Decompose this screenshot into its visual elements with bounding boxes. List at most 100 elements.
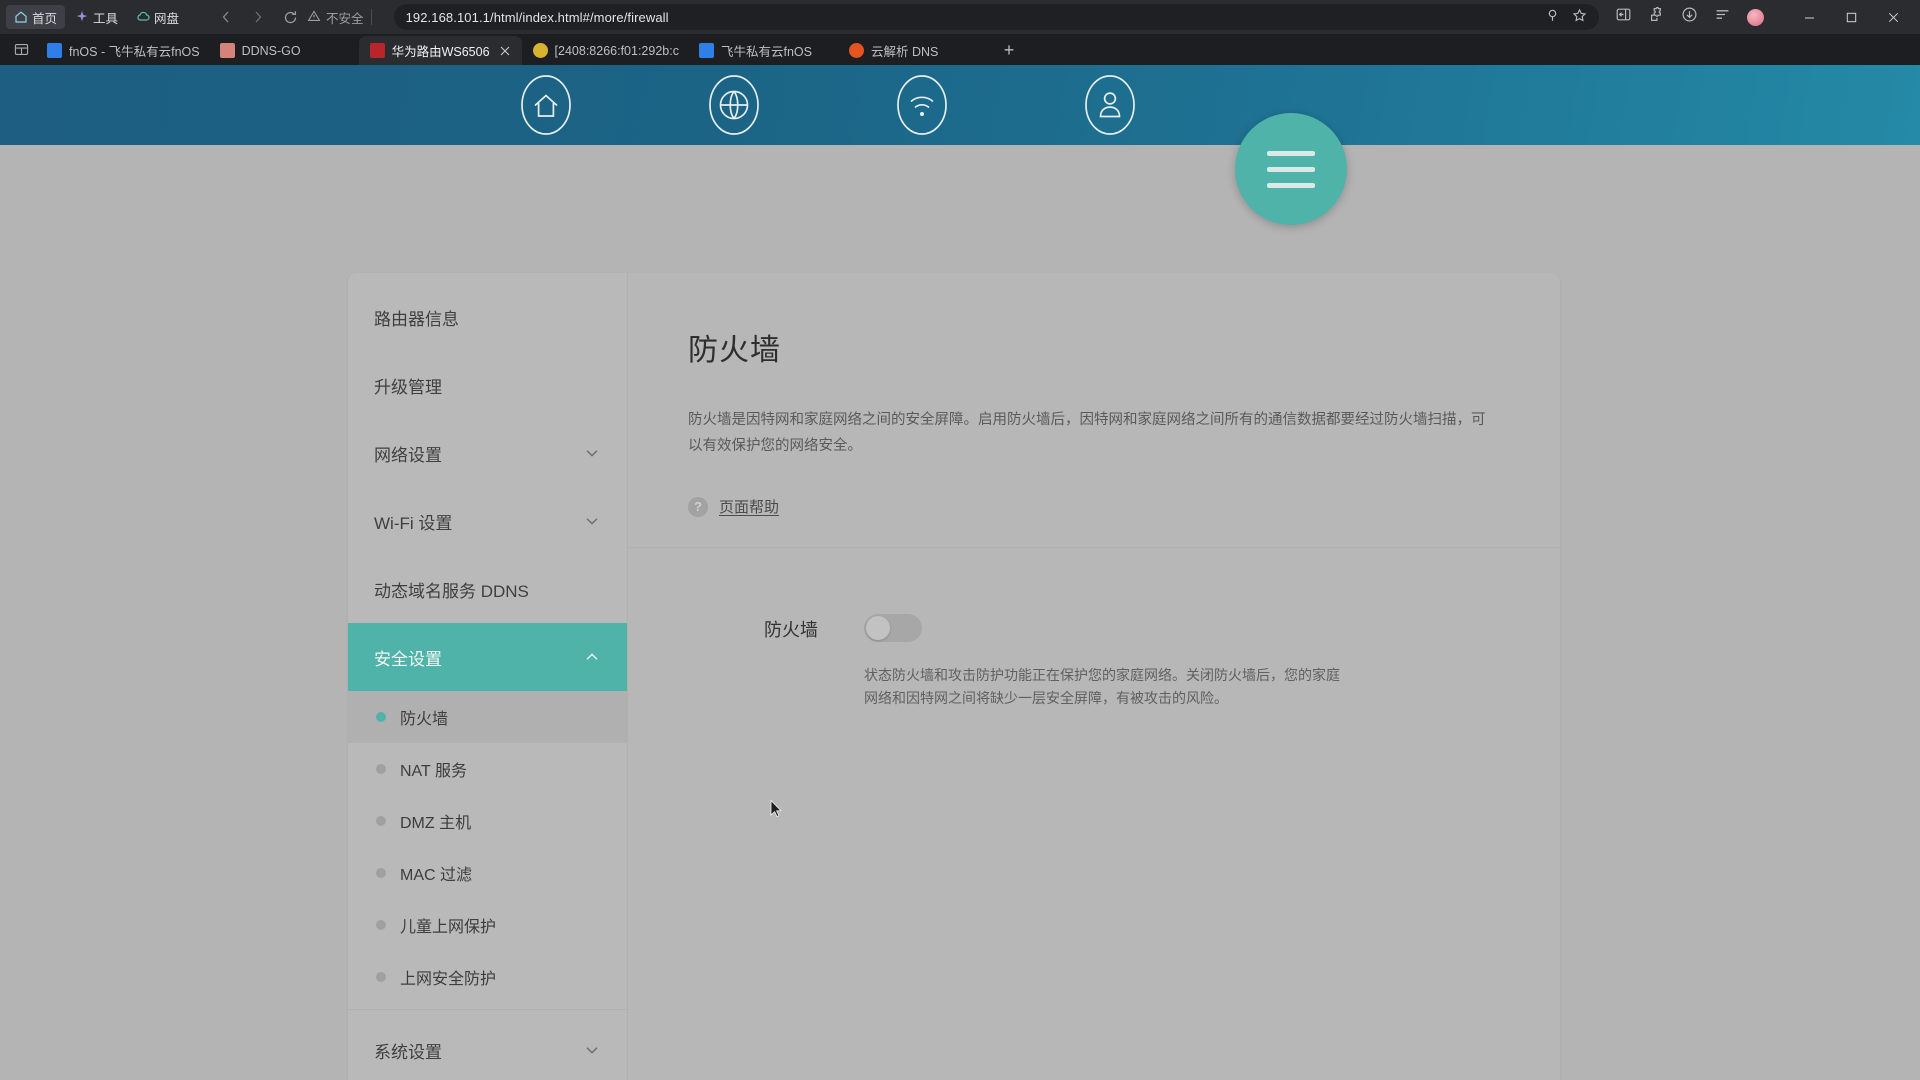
tab-title: fnOS - 飞牛私有云fnOS bbox=[69, 45, 200, 59]
sidebar-subitem-child-protection[interactable]: 儿童上网保护 bbox=[348, 899, 627, 951]
globe-internet-icon[interactable] bbox=[708, 74, 760, 136]
back-icon[interactable] bbox=[211, 3, 241, 31]
downloads-icon[interactable] bbox=[1681, 6, 1698, 28]
router-page: 路由器信息 升级管理 网络设置 Wi-Fi 设置 动态域名服务 DDNS 安全设… bbox=[0, 65, 1920, 1080]
mouse-cursor bbox=[770, 800, 782, 818]
sidebar-item-label: 网络设置 bbox=[374, 445, 442, 465]
security-status[interactable]: 不安全 bbox=[307, 8, 390, 27]
router-header bbox=[0, 65, 1920, 225]
address-bar[interactable]: 192.168.101.1/html/index.html#/more/fire… bbox=[393, 4, 1599, 30]
tab-title: 云解析 DNS bbox=[870, 45, 939, 59]
extensions-puzzle-icon[interactable] bbox=[1648, 6, 1665, 28]
tab-favicon bbox=[532, 43, 548, 58]
bullet-icon bbox=[376, 712, 386, 722]
quick-access-group: 首页 工具 网盘 bbox=[6, 5, 187, 29]
sidebar-panel-icon[interactable] bbox=[1615, 6, 1632, 28]
hamburger-line bbox=[1267, 182, 1315, 188]
quick-access-cloud-drive[interactable]: 网盘 bbox=[128, 5, 187, 29]
sidebar-item-router-info[interactable]: 路由器信息 bbox=[348, 283, 627, 351]
sidebar-subitem-label: MAC 过滤 bbox=[400, 867, 473, 884]
bookmark-star-icon[interactable] bbox=[1572, 8, 1587, 26]
question-mark-icon: ? bbox=[688, 496, 708, 517]
router-header-nav bbox=[520, 74, 1136, 136]
browser-tab-active[interactable]: 华为路由WS6506 bbox=[358, 36, 522, 65]
new-tab-button[interactable]: + bbox=[994, 36, 1024, 65]
hamburger-line bbox=[1267, 166, 1315, 172]
browser-toolbar: 首页 工具 网盘 不安全 192.168.101.1/html/index.ht… bbox=[0, 0, 1920, 34]
firewall-toggle-row: 防火墙 状态防火墙和攻击防护功能正在保护您的家庭网络。关闭防火墙后，您的家庭网络… bbox=[628, 548, 1560, 710]
window-minimize-button[interactable] bbox=[1788, 0, 1830, 34]
quick-access-home[interactable]: 首页 bbox=[6, 5, 66, 29]
browser-tab[interactable]: 飞牛私有云fnOS bbox=[688, 36, 838, 65]
page-title: 防火墙 bbox=[688, 334, 781, 367]
profile-avatar[interactable] bbox=[1747, 8, 1764, 26]
window-controls bbox=[1788, 0, 1914, 34]
browser-tab[interactable]: DDNS-GO bbox=[209, 36, 359, 65]
reload-icon[interactable] bbox=[275, 3, 305, 31]
hamburger-line bbox=[1267, 150, 1315, 156]
window-maximize-button[interactable] bbox=[1830, 0, 1872, 34]
bullet-icon bbox=[376, 816, 386, 826]
tab-list-icon[interactable] bbox=[6, 34, 36, 65]
tab-favicon bbox=[219, 43, 235, 58]
sidebar-subitem-label: 上网安全防护 bbox=[400, 971, 497, 988]
sidebar-item-label: 路由器信息 bbox=[374, 309, 459, 329]
bullet-icon bbox=[376, 764, 386, 774]
chevron-down-icon bbox=[583, 444, 601, 462]
quick-access-tools[interactable]: 工具 bbox=[67, 5, 126, 29]
page-description: 防火墙是因特网和家庭网络之间的安全屏障。启用防火墙后，因特网和家庭网络之间所有的… bbox=[688, 412, 1486, 454]
main-header: 防火墙 防火墙是因特网和家庭网络之间的安全屏障。启用防火墙后，因特网和家庭网络之… bbox=[628, 273, 1560, 517]
cloud-drive-icon bbox=[136, 10, 150, 24]
sidebar-item-label: 系统设置 bbox=[374, 1042, 442, 1062]
sidebar-subitem-mac-filter[interactable]: MAC 过滤 bbox=[348, 847, 627, 899]
user-account-icon[interactable] bbox=[1084, 74, 1136, 136]
toggle-knob bbox=[866, 616, 890, 640]
sidebar-subitem-label: 儿童上网保护 bbox=[400, 919, 497, 936]
settings-sidebar: 路由器信息 升级管理 网络设置 Wi-Fi 设置 动态域名服务 DDNS 安全设… bbox=[348, 273, 628, 1080]
sidebar-subitem-web-security[interactable]: 上网安全防护 bbox=[348, 951, 627, 1003]
more-menu-button[interactable] bbox=[1235, 113, 1347, 225]
browser-tab[interactable]: 云解析 DNS bbox=[838, 36, 988, 65]
sidebar-subitem-dmz[interactable]: DMZ 主机 bbox=[348, 795, 627, 847]
sidebar-subitem-nat[interactable]: NAT 服务 bbox=[348, 743, 627, 795]
browser-tab[interactable]: [2408:8266:f01:292b:c bbox=[522, 36, 688, 65]
sidebar-item-system-settings[interactable]: 系统设置 bbox=[348, 1016, 627, 1080]
firewall-toggle-switch[interactable] bbox=[864, 614, 922, 642]
home-icon bbox=[14, 10, 28, 24]
close-icon[interactable] bbox=[497, 43, 513, 59]
sidebar-subitem-firewall[interactable]: 防火墙 bbox=[348, 691, 627, 743]
sidebar-item-security-settings[interactable]: 安全设置 bbox=[348, 623, 627, 691]
home-icon[interactable] bbox=[520, 74, 572, 136]
settings-card: 路由器信息 升级管理 网络设置 Wi-Fi 设置 动态域名服务 DDNS 安全设… bbox=[348, 273, 1560, 1080]
sidebar-item-network-settings[interactable]: 网络设置 bbox=[348, 419, 627, 487]
chevron-down-icon bbox=[583, 512, 601, 530]
tab-title: [2408:8266:f01:292b:c bbox=[554, 43, 679, 58]
firewall-status-text: 状态防火墙和攻击防护功能正在保护您的家庭网络。关闭防火墙后，您的家庭网络和因特网… bbox=[864, 667, 1340, 706]
settings-main-panel: 防火墙 防火墙是因特网和家庭网络之间的安全屏障。启用防火墙后，因特网和家庭网络之… bbox=[628, 273, 1560, 1080]
sidebar-item-wifi-settings[interactable]: Wi-Fi 设置 bbox=[348, 487, 627, 555]
forward-icon[interactable] bbox=[243, 3, 273, 31]
tools-icon bbox=[75, 10, 89, 24]
lens-icon[interactable] bbox=[1545, 8, 1560, 26]
sidebar-item-ddns[interactable]: 动态域名服务 DDNS bbox=[348, 555, 627, 623]
wifi-icon[interactable] bbox=[896, 74, 948, 136]
browser-tab[interactable]: fnOS - 飞牛私有云fnOS bbox=[36, 36, 209, 65]
page-help-link[interactable]: 页面帮助 bbox=[719, 496, 779, 517]
tab-favicon bbox=[848, 43, 864, 58]
reading-list-icon[interactable] bbox=[1714, 6, 1731, 28]
bullet-icon bbox=[376, 972, 386, 982]
sidebar-item-label: 动态域名服务 DDNS bbox=[374, 581, 529, 601]
navigation-group bbox=[211, 3, 305, 31]
tab-title: DDNS-GO bbox=[241, 43, 301, 58]
sidebar-item-upgrade-management[interactable]: 升级管理 bbox=[348, 351, 627, 419]
quick-access-home-label: 首页 bbox=[32, 11, 58, 26]
tab-favicon bbox=[698, 43, 714, 58]
window-close-button[interactable] bbox=[1872, 0, 1914, 34]
page-help-row[interactable]: ? 页面帮助 bbox=[688, 496, 1500, 517]
security-status-label: 不安全 bbox=[326, 11, 364, 26]
tab-favicon bbox=[47, 43, 62, 58]
security-submenu: 防火墙 NAT 服务 DMZ 主机 MAC 过滤 儿童上网保护 上网安全防护 bbox=[348, 691, 627, 1003]
sidebar-item-label: 安全设置 bbox=[374, 649, 442, 669]
toolbar-divider bbox=[370, 9, 372, 25]
tab-title: 飞牛私有云fnOS bbox=[720, 45, 812, 59]
